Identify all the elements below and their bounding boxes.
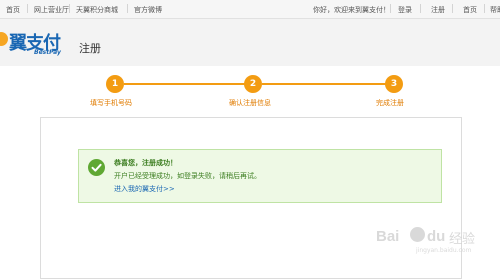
top-utility-bar: 首页 网上营业厅 天翼积分商城 官方微博 你好，欢迎来到翼支付！ 登录 注册 首… — [0, 0, 500, 19]
divider — [27, 4, 28, 13]
watermark-brand-cn: 经验 — [449, 232, 476, 247]
step-3-label: 完成注册 — [376, 99, 404, 107]
step-2-circle: 2 — [244, 75, 262, 93]
top-link-register[interactable]: 注册 — [431, 5, 445, 15]
step-2-label: 确认注册信息 — [229, 99, 271, 107]
divider — [127, 4, 128, 13]
top-link-login[interactable]: 登录 — [398, 5, 412, 15]
top-link-home-right[interactable]: 首页 — [463, 5, 477, 15]
watermark-brand-right: du — [427, 228, 446, 245]
logo-swoosh-icon — [0, 32, 8, 46]
top-link-points-mall[interactable]: 天翼积分商城 — [76, 5, 118, 15]
bestpay-logo[interactable]: 翼支付 BestPay — [0, 29, 68, 59]
step-1-label: 填写手机号码 — [90, 99, 132, 107]
watermark-brand-left: Bai — [376, 228, 400, 245]
watermark-url: jingyan.baidu.com — [416, 247, 472, 254]
divider — [420, 4, 421, 13]
divider — [69, 4, 70, 13]
divider — [452, 4, 453, 13]
logo-subtext: BestPay — [34, 49, 61, 56]
registration-steps: 1 2 3 填写手机号码 确认注册信息 完成注册 — [0, 70, 500, 110]
top-link-online-hall[interactable]: 网上营业厅 — [34, 5, 69, 15]
paw-icon — [410, 227, 425, 242]
success-text: 开户已经受理成功，如登录失败，请稍后再试。 — [114, 172, 261, 180]
check-icon — [88, 159, 105, 176]
success-message-box: 恭喜您，注册成功！ 开户已经受理成功，如登录失败，请稍后再试。 进入我的翼支付>… — [78, 149, 442, 203]
top-link-help[interactable]: 帮助 — [490, 5, 500, 15]
step-3-circle: 3 — [385, 75, 403, 93]
baidu-jingyan-watermark: Bai du 经验 jingyan.baidu.com — [376, 222, 496, 262]
page-title: 注册 — [79, 42, 101, 55]
welcome-text: 你好，欢迎来到翼支付！ — [313, 6, 390, 14]
step-connector — [124, 83, 248, 85]
success-title: 恭喜您，注册成功！ — [114, 159, 177, 167]
divider — [390, 4, 391, 13]
enter-my-bestpay-link[interactable]: 进入我的翼支付>> — [114, 184, 175, 194]
step-connector — [262, 83, 386, 85]
step-1-circle: 1 — [106, 75, 124, 93]
site-header: 翼支付 BestPay 注册 — [0, 19, 500, 66]
divider — [484, 4, 485, 13]
top-link-weibo[interactable]: 官方微博 — [134, 5, 162, 15]
top-link-home[interactable]: 首页 — [6, 5, 20, 15]
